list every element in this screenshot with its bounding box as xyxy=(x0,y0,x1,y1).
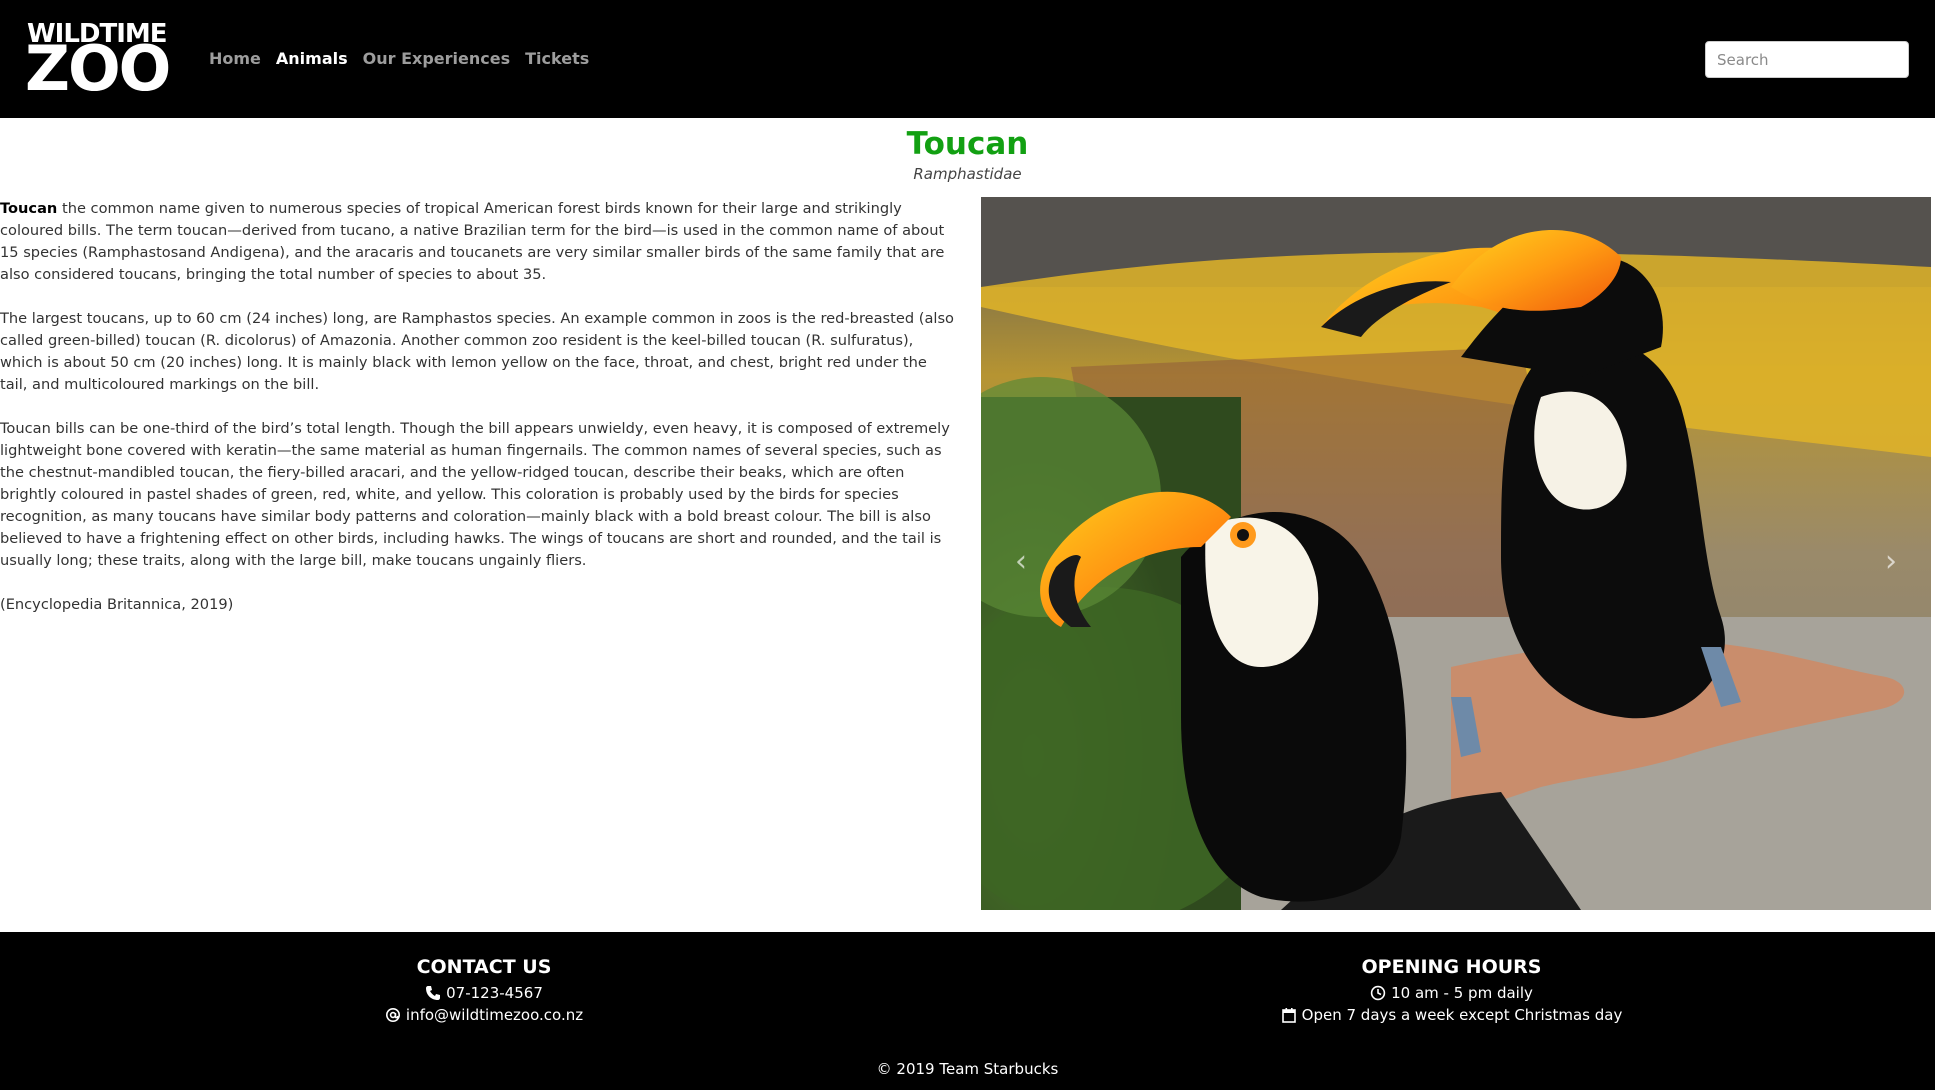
nav-links: Home Animals Our Experiences Tickets xyxy=(209,48,604,70)
clock-icon xyxy=(1370,985,1386,1001)
contact-heading: CONTACT US xyxy=(416,956,552,978)
nav-link-animals[interactable]: Animals xyxy=(276,48,348,70)
chevron-right-icon[interactable]: › xyxy=(1861,537,1921,587)
navbar: WILDTIME ZOO Home Animals Our Experience… xyxy=(0,0,1935,118)
days-row: Open 7 days a week except Christmas day xyxy=(968,1004,1935,1026)
hours-heading: OPENING HOURS xyxy=(1361,956,1542,978)
chevron-left-icon[interactable]: ‹ xyxy=(991,537,1051,587)
email-address[interactable]: info@wildtimezoo.co.nz xyxy=(406,1004,583,1026)
paragraph-1-text: the common name given to numerous specie… xyxy=(0,200,945,283)
intro-bold: Toucan xyxy=(0,200,58,217)
scientific-name: Ramphastidae xyxy=(913,165,1022,183)
days-text: Open 7 days a week except Christmas day xyxy=(1301,1006,1623,1024)
image-carousel: ‹ › xyxy=(981,197,1931,910)
nav-link-our-experiences[interactable]: Our Experiences xyxy=(363,48,510,70)
phone-row: 07-123-4567 xyxy=(0,982,968,1004)
search-input[interactable] xyxy=(1705,41,1909,78)
zoo-logo[interactable]: WILDTIME ZOO xyxy=(25,20,180,105)
paragraph-1: Toucan the common name given to numerous… xyxy=(0,198,955,286)
logo-text-bottom: ZOO xyxy=(25,32,171,105)
contact-section: CONTACT US 07-123-4567 info@wildtimezoo.… xyxy=(0,954,968,1026)
nav-link-home[interactable]: Home xyxy=(209,48,261,70)
toucan-photo xyxy=(981,197,1931,910)
citation: (Encyclopedia Britannica, 2019) xyxy=(0,596,234,613)
footer: CONTACT US 07-123-4567 info@wildtimezoo.… xyxy=(0,932,1935,1090)
at-icon xyxy=(385,1008,400,1022)
hours-text: 10 am - 5 pm daily xyxy=(1391,984,1533,1002)
hours-section: OPENING HOURS 10 am - 5 pm daily Open 7 … xyxy=(968,954,1935,1026)
animal-heading: Toucan Ramphastidae xyxy=(0,124,1935,184)
paragraph-3: Toucan bills can be one-third of the bir… xyxy=(0,420,950,569)
email-row: info@wildtimezoo.co.nz xyxy=(0,1004,968,1026)
calendar-icon xyxy=(1281,1008,1296,1023)
animal-description: Toucan the common name given to numerous… xyxy=(0,198,955,638)
animal-title: Toucan xyxy=(906,126,1029,162)
phone-number[interactable]: 07-123-4567 xyxy=(446,982,543,1004)
nav-link-tickets[interactable]: Tickets xyxy=(525,48,589,70)
copyright: © 2019 Team Starbucks xyxy=(876,1060,1059,1078)
paragraph-2: The largest toucans, up to 60 cm (24 inc… xyxy=(0,310,954,393)
hours-row: 10 am - 5 pm daily xyxy=(968,982,1935,1004)
phone-icon xyxy=(426,986,441,1000)
